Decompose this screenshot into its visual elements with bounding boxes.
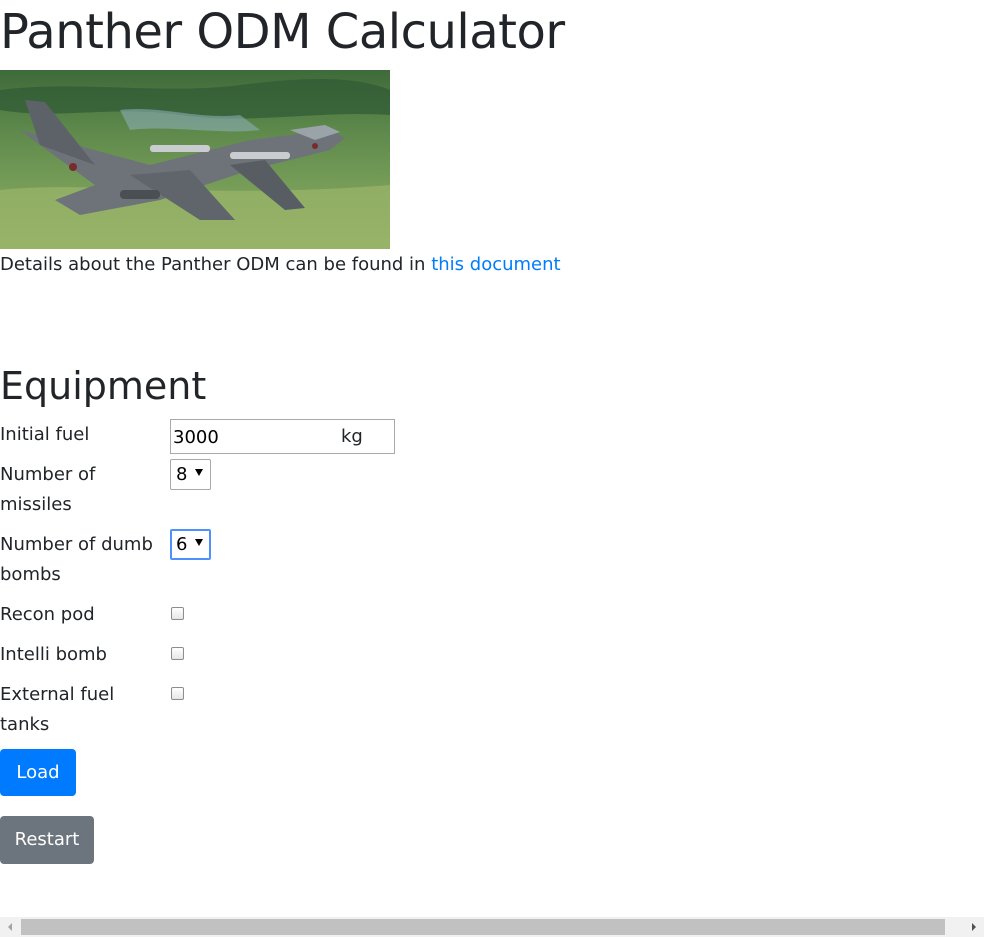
triangle-left-icon <box>8 923 12 931</box>
fuel-unit: kg <box>341 426 363 447</box>
missiles-selected-value: 8 <box>176 464 188 485</box>
details-prefix: Details about the Panther ODM can be fou… <box>0 254 432 275</box>
external-fuel-tanks-label: External fuel tanks <box>0 684 115 735</box>
initial-fuel-label: Initial fuel <box>0 424 90 445</box>
equipment-heading: Equipment <box>0 364 207 408</box>
intelli-bomb-label: Intelli bomb <box>0 644 107 665</box>
scroll-right-button[interactable] <box>965 917 982 937</box>
jet-photo <box>0 70 390 249</box>
missiles-select[interactable]: 8 <box>170 459 211 490</box>
scroll-thumb[interactable] <box>21 919 945 935</box>
recon-pod-label: Recon pod <box>0 604 95 625</box>
dumb-bombs-select[interactable]: 6 <box>170 529 211 560</box>
dumb-bombs-selected-value: 6 <box>176 534 188 555</box>
recon-pod-checkbox[interactable] <box>171 607 184 620</box>
triangle-right-icon <box>972 923 976 931</box>
initial-fuel-input[interactable] <box>173 424 333 450</box>
horizontal-scrollbar[interactable] <box>0 917 984 937</box>
initial-fuel-field[interactable]: kg <box>170 419 395 454</box>
page-title: Panther ODM Calculator <box>0 4 565 60</box>
intelli-bomb-checkbox[interactable] <box>171 647 184 660</box>
restart-button[interactable]: Restart <box>0 816 94 864</box>
scroll-left-button[interactable] <box>2 917 19 937</box>
dumb-bombs-label: Number of dumb bombs <box>0 534 153 585</box>
chevron-down-icon <box>195 539 203 546</box>
document-link[interactable]: this document <box>431 254 560 275</box>
missiles-label: Number of missiles <box>0 464 96 515</box>
details-text: Details about the Panther ODM can be fou… <box>0 253 561 277</box>
load-button[interactable]: Load <box>0 749 76 796</box>
external-fuel-tanks-checkbox[interactable] <box>171 687 184 700</box>
chevron-down-icon <box>195 469 203 476</box>
